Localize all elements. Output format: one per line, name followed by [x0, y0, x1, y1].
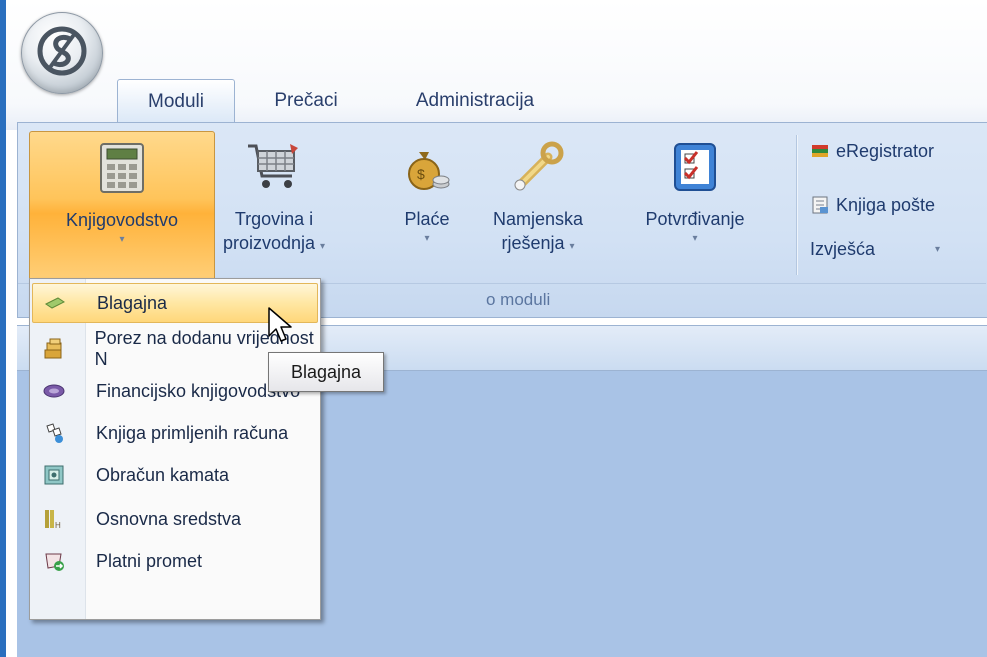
menu-item-label: Platni promet — [96, 550, 203, 571]
trgovina-label-text: proizvodnja — [222, 233, 315, 253]
dropdown-arrow-icon: ▾ — [569, 241, 575, 252]
app-menu-button[interactable] — [21, 12, 103, 94]
tooltip-text: Blagajna — [290, 361, 362, 382]
books-icon — [810, 141, 830, 161]
svg-text:$: $ — [417, 166, 425, 182]
dropdown-arrow-icon: ▾ — [320, 241, 326, 252]
dropdown-arrow-icon: ▾ — [692, 233, 698, 244]
fixed-assets-icon: H — [42, 507, 66, 531]
izvjesca-label: Izvješća — [810, 238, 876, 259]
knjiga-poste-button[interactable]: Knjiga pošte — [810, 189, 935, 221]
tab-label: Prečaci — [274, 90, 338, 111]
mail-book-icon — [810, 195, 830, 215]
place-label: Plaće — [404, 209, 450, 229]
namjenska-label-line2: rješenja ▾ — [501, 231, 574, 259]
knjiga-poste-label: Knjiga pošte — [836, 194, 936, 215]
ribbon-separator — [796, 135, 797, 275]
potvrdivanje-button[interactable]: Potvrđivanje ▾ — [622, 131, 768, 281]
potvrdivanje-label: Potvrđivanje — [645, 209, 745, 229]
app-logo-icon — [35, 24, 89, 83]
menu-item-osnovna-sredstva[interactable]: H Osnovna sredstva — [32, 499, 318, 539]
group-label-text: o moduli — [486, 289, 551, 309]
calculator-icon — [94, 140, 150, 196]
checklist-icon — [667, 139, 723, 195]
ledger-icon — [42, 379, 66, 403]
menu-item-platni-promet[interactable]: Platni promet — [32, 541, 318, 581]
trgovina-label-line1: Trgovina i — [234, 209, 314, 229]
namjenska-label-text: rješenja — [501, 233, 565, 253]
wrench-icon — [510, 139, 566, 195]
trgovina-button[interactable]: Trgovina i proizvodnja ▾ — [214, 131, 334, 281]
menu-item-knjiga-primljenih-racuna[interactable]: Knjiga primljenih računa — [32, 413, 318, 453]
menu-item-label: Obračun kamata — [96, 464, 230, 485]
eregistrator-button[interactable]: eRegistrator — [810, 135, 934, 167]
menu-item-obracun-kamata[interactable]: Obračun kamata — [32, 455, 318, 495]
namjenska-rjesenja-button[interactable]: Namjenska rješenja ▾ — [483, 131, 593, 281]
tab-precaci[interactable]: Prečaci — [250, 80, 362, 122]
knjigovodstvo-button[interactable]: Knjigovodstvo ▾ — [29, 131, 215, 281]
coins-stack-icon — [42, 337, 65, 361]
invoice-icon — [42, 421, 66, 445]
izvjesca-button[interactable]: Izvješća ▾ — [810, 233, 940, 265]
menu-item-label: Blagajna — [97, 292, 168, 313]
dropdown-arrow-icon: ▾ — [935, 243, 941, 255]
trgovina-label-line2: proizvodnja ▾ — [223, 231, 325, 259]
knjigovodstvo-label: Knjigovodstvo — [65, 210, 179, 230]
money-bag-icon: $ — [399, 139, 455, 195]
cash-register-icon — [43, 291, 67, 315]
dropdown-arrow-icon: ▾ — [424, 233, 430, 244]
eregistrator-label: eRegistrator — [836, 140, 935, 161]
dropdown-arrow-icon: ▾ — [119, 234, 125, 245]
place-button[interactable]: $ Plaće ▾ — [392, 131, 462, 281]
tab-administracija[interactable]: Administracija — [380, 80, 570, 122]
tab-label: Moduli — [148, 90, 204, 112]
tab-label: Administracija — [415, 90, 535, 111]
payment-icon — [42, 549, 66, 573]
mouse-pointer-icon — [266, 306, 296, 346]
interest-calculation-icon — [42, 463, 66, 487]
namjenska-label-line1: Namjenska — [492, 209, 584, 229]
menu-item-label: Osnovna sredstva — [96, 508, 242, 529]
menu-item-label: Knjiga primljenih računa — [96, 422, 289, 443]
tooltip: Blagajna — [268, 352, 384, 392]
tab-moduli[interactable]: Moduli — [117, 79, 235, 123]
shopping-cart-icon — [246, 139, 302, 195]
svg-text:H: H — [55, 521, 61, 530]
